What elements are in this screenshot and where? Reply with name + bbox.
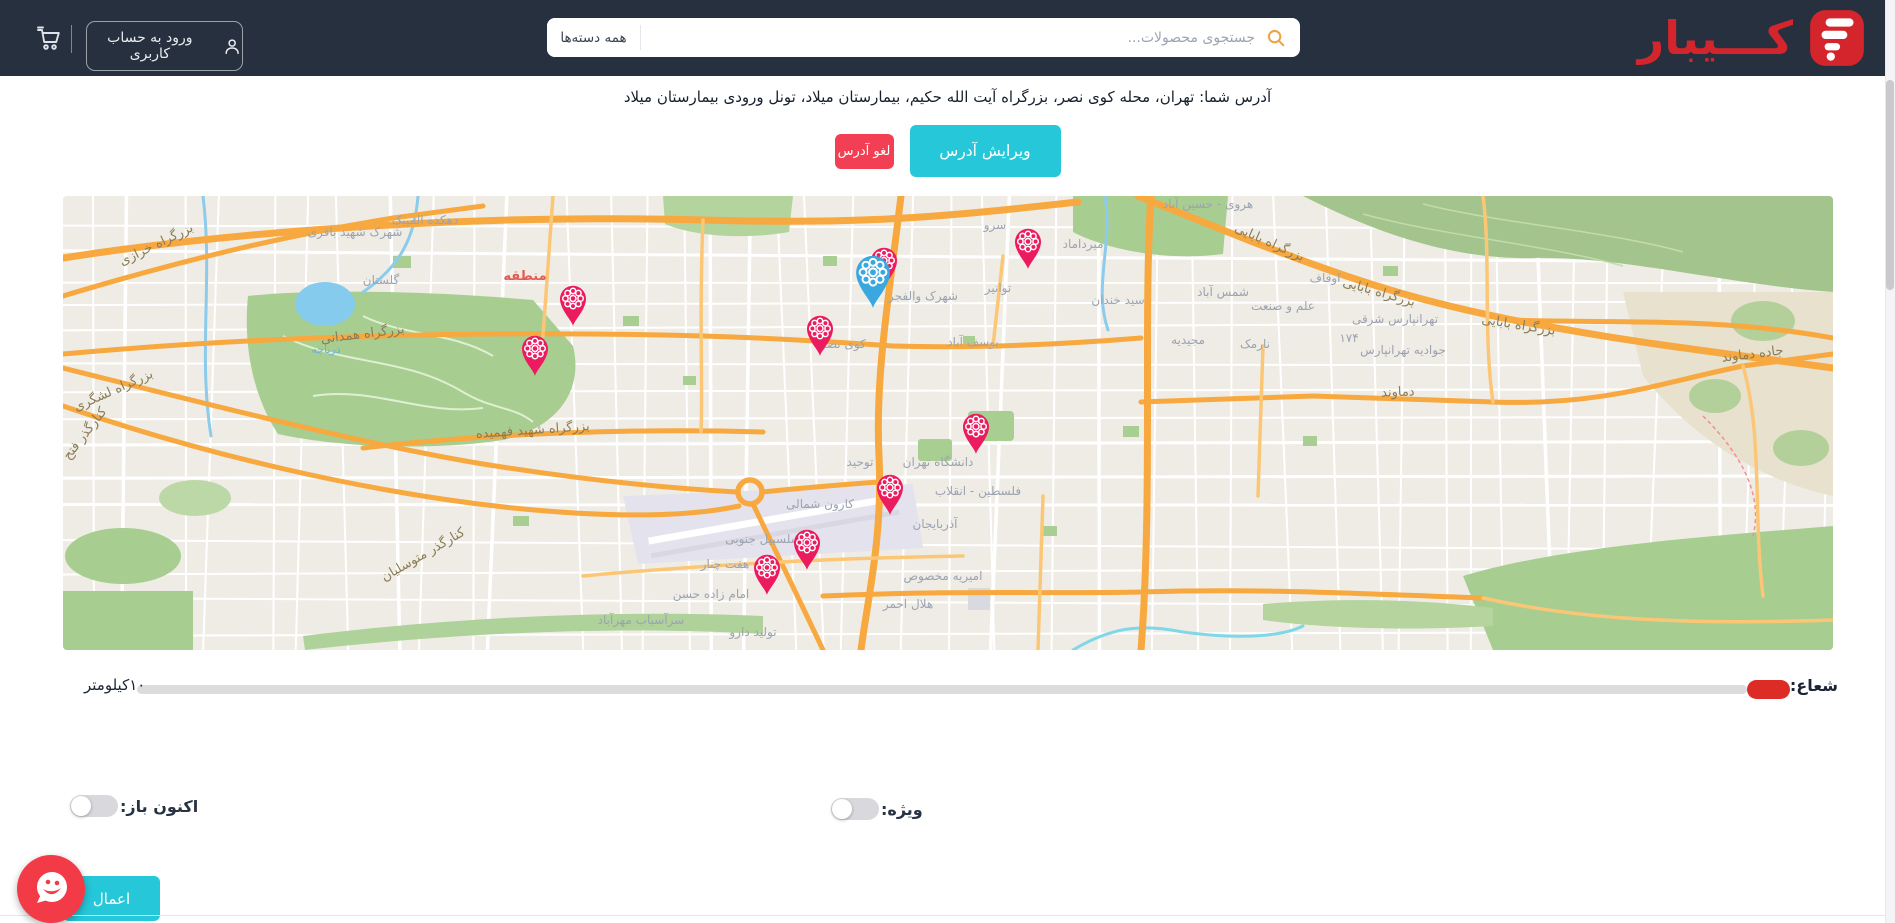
special-label: ویژه: [881,799,923,819]
map-label: سید خندان [1091,293,1144,307]
map-label: امام زاده حسن [673,587,750,602]
cart-icon [37,26,60,50]
map-label: سرآسیاب مهرآباد [598,612,685,628]
map-label: فلسطین - انقلاب [935,484,1021,499]
map-label: منطقه [503,269,546,284]
map-label: میرداماد [1063,237,1104,252]
logo-icon [1810,10,1864,66]
map-label: دریاچه [311,343,340,356]
chat-widget-button[interactable] [17,855,85,923]
tehran-map[interactable]: بزرگراه خرازیبزرگراه همدانیبزرگراه لشگری… [63,196,1833,650]
map-label: شهرک شهید باقری [308,225,403,240]
login-label: ورود به حساب کاربری [107,30,193,62]
footer-divider [0,915,1895,916]
user-icon [225,38,239,54]
page: ورود به حساب کاربری همه دسته‌ها [0,0,1895,923]
map-container: بزرگراه خرازی بزرگراه همدانی بزرگراه لشگری… [63,196,1833,650]
map-label: هفت چنار [700,557,750,572]
open-now-label: اکنون باز: [120,796,199,816]
search-input[interactable] [641,29,1265,46]
map-label: اوقاف [1310,271,1341,286]
map-label: توحید [847,455,874,470]
map-label: دانشگاه تهران [903,455,974,470]
map-label: تهرانپارس شرقی [1352,312,1438,327]
radius-slider-handle[interactable] [1747,680,1790,699]
map-label: هلال احمر [882,597,933,612]
scrollbar-thumb[interactable] [1886,80,1894,290]
map-label: دماوند [1381,384,1415,400]
special-toggle[interactable] [831,798,879,820]
map-label: علم و صنعت [1251,299,1315,314]
map-label: توانیر [984,281,1011,296]
address-actions: ویرایش آدرس لغو آدرس [0,124,1895,178]
search-icon[interactable] [1265,27,1287,49]
cancel-address-button[interactable]: لغو آدرس [834,133,894,169]
open-now-toggle-group: اکنون باز: [70,795,198,817]
map-label: ۱۷۴ [1339,331,1358,345]
login-button[interactable]: ورود به حساب کاربری [86,21,243,71]
map-label: تولید دارو [728,625,776,640]
chat-smiley-icon [37,872,67,903]
radius-label: شعاع: [1789,676,1838,695]
radius-slider-track[interactable] [137,685,1747,694]
map-label: کارون شمالی [786,497,854,512]
map-label: مجیدیه [1171,333,1205,347]
scrollbar[interactable] [1885,0,1895,923]
open-now-toggle[interactable] [70,795,118,817]
map-label: گلستان [363,273,400,287]
map-label: هروی - حسین آباد [1163,196,1253,212]
map-label: امیریه مخصوص [904,569,983,584]
header-divider [71,25,72,53]
top-navbar: ورود به حساب کاربری همه دسته‌ها [0,0,1895,76]
logo[interactable]: کـــیبار [1638,6,1868,70]
map-label: جوادیه تهرانپارس [1360,343,1446,358]
categories-dropdown[interactable]: همه دسته‌ها [547,18,640,57]
logo-text: کـــیبار [1637,11,1793,65]
edit-address-button[interactable]: ویرایش آدرس [909,125,1061,177]
search-divider [640,25,641,50]
map-label: سلسبیل جنوبی [725,532,800,547]
special-toggle-knob [832,799,852,819]
open-now-toggle-knob [71,796,91,816]
current-address-text: آدرس شما: تهران، محله کوی نصر، بزرگراه آ… [623,88,1272,106]
special-toggle-group: ویژه: [831,798,923,820]
cart-button[interactable] [34,23,64,53]
search-bar: همه دسته‌ها [547,18,1300,57]
map-label: نارمک [1240,337,1270,352]
map-label: دهکده المپیک [392,213,459,227]
map-label: شمس آباد [1197,284,1249,300]
radius-value: ۱۰کیلومتر [84,676,146,694]
map-label: سرو [983,218,1006,233]
map-label: یوسف آباد [947,334,999,350]
map-label: شهرک والفجر [887,289,958,304]
map-label: آذربایجان [912,516,958,532]
